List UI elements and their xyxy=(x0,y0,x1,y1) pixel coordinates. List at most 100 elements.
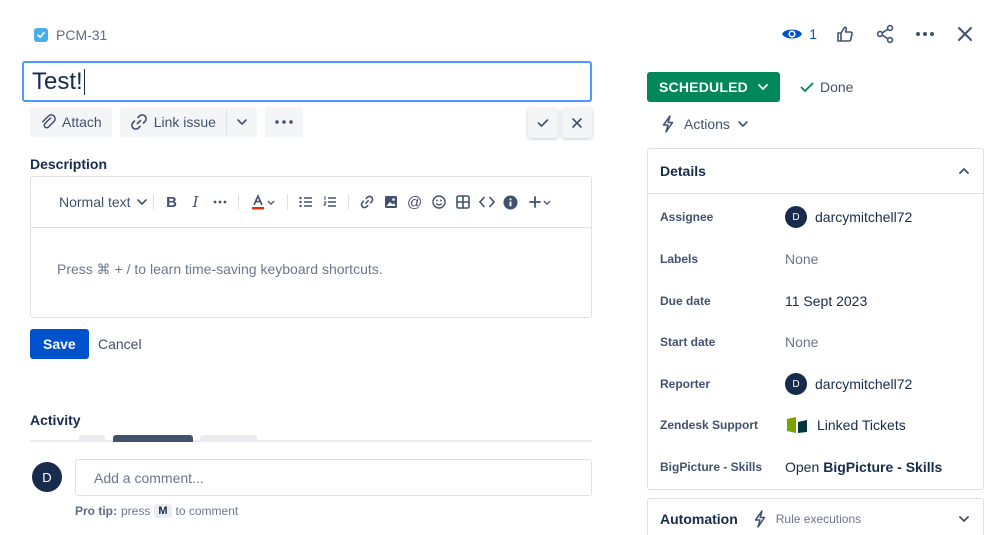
avatar: D xyxy=(32,462,62,492)
more-toolbar-button[interactable] xyxy=(264,107,303,137)
activity-tab-stub[interactable] xyxy=(79,435,105,442)
close-button[interactable] xyxy=(953,22,977,46)
insert-more-icon[interactable] xyxy=(527,194,553,210)
watch-button[interactable]: 1 xyxy=(781,22,817,46)
detail-label: Reporter xyxy=(660,377,711,391)
paperclip-icon xyxy=(42,114,56,129)
avatar: D xyxy=(785,373,807,395)
share-button[interactable] xyxy=(873,22,897,46)
labels-value[interactable]: None xyxy=(785,251,818,267)
confirm-summary-button[interactable] xyxy=(528,108,558,138)
image-icon[interactable] xyxy=(383,194,399,210)
detail-row-labels: Labels None xyxy=(660,244,983,274)
editor-placeholder: Press ⌘ + / to learn time-saving keyboar… xyxy=(57,261,383,277)
numbered-list-icon[interactable] xyxy=(322,194,338,210)
automation-panel[interactable]: Automation Rule executions xyxy=(647,498,984,535)
details-heading: Details xyxy=(660,163,706,179)
eye-icon xyxy=(782,29,803,39)
chevron-up-icon xyxy=(959,168,969,174)
issue-breadcrumb[interactable]: PCM-31 xyxy=(34,26,107,44)
attach-label: Attach xyxy=(62,114,102,130)
text-style-label: Normal text xyxy=(59,194,131,210)
attach-button[interactable]: Attach xyxy=(30,107,112,137)
issue-key[interactable]: PCM-31 xyxy=(56,27,107,43)
reporter-value[interactable]: D darcymitchell72 xyxy=(785,373,912,395)
link-icon xyxy=(130,114,147,130)
bigpicture-name: BigPicture - Skills xyxy=(823,459,943,475)
actions-label: Actions xyxy=(684,116,730,132)
link-issue-dropdown[interactable] xyxy=(227,107,257,137)
chevron-down-icon xyxy=(758,84,768,90)
done-transition-button[interactable]: Done xyxy=(800,79,853,95)
chevron-down-icon xyxy=(136,199,147,205)
more-formatting-icon[interactable] xyxy=(212,194,228,210)
close-icon xyxy=(572,118,582,128)
due-date-value[interactable]: 11 Sept 2023 xyxy=(785,293,867,309)
like-button[interactable] xyxy=(833,22,857,46)
text-style-dropdown[interactable]: Normal text xyxy=(59,194,153,210)
assignee-name: darcymitchell72 xyxy=(815,209,913,225)
activity-tab-selected[interactable] xyxy=(113,435,193,442)
link-icon[interactable] xyxy=(359,194,375,210)
start-date-value[interactable]: None xyxy=(785,334,818,350)
lightning-icon xyxy=(754,510,766,528)
editor-toolbar: Normal text B I @ xyxy=(31,177,591,228)
description-heading: Description xyxy=(30,156,108,172)
lightning-icon xyxy=(662,115,674,133)
linked-tickets-label: Linked Tickets xyxy=(817,417,906,433)
more-icon xyxy=(275,120,293,124)
activity-tab-stub[interactable] xyxy=(200,435,257,442)
thumbs-up-icon xyxy=(837,26,853,42)
insert-group: @ xyxy=(347,194,563,211)
more-actions-button[interactable] xyxy=(913,22,937,46)
detail-row-reporter: Reporter D darcymitchell72 xyxy=(660,369,983,399)
zendesk-linked-tickets[interactable]: Linked Tickets xyxy=(785,416,906,434)
detail-label: Zendesk Support xyxy=(660,418,759,432)
rule-executions-label: Rule executions xyxy=(775,512,862,526)
automation-heading: Automation xyxy=(660,511,738,527)
more-icon xyxy=(916,32,934,36)
detail-row-start-date: Start date None xyxy=(660,327,983,357)
link-issue-label: Link issue xyxy=(153,114,216,130)
issue-toolbar: Attach Link issue xyxy=(30,107,303,137)
cancel-button[interactable]: Cancel xyxy=(88,329,152,359)
issue-top-actions: 1 xyxy=(781,22,977,46)
bullet-list-icon[interactable] xyxy=(298,194,314,210)
zendesk-icon xyxy=(787,417,807,433)
info-panel-icon[interactable] xyxy=(503,194,519,210)
summary-input[interactable]: Test! xyxy=(22,61,592,102)
cancel-summary-button[interactable] xyxy=(562,108,592,138)
emoji-icon[interactable] xyxy=(431,194,447,210)
task-type-icon xyxy=(34,28,48,42)
reporter-name: darcymitchell72 xyxy=(815,376,913,392)
summary-text: Test! xyxy=(32,67,83,95)
detail-label: Due date xyxy=(660,294,711,308)
check-icon xyxy=(537,119,549,127)
bold-icon[interactable]: B xyxy=(164,194,180,211)
protip-label: Pro tip: xyxy=(75,504,117,518)
mention-icon[interactable]: @ xyxy=(407,194,423,211)
code-icon[interactable] xyxy=(478,194,495,210)
chevron-down-icon xyxy=(959,516,969,522)
link-issue-button[interactable]: Link issue xyxy=(120,107,226,137)
italic-icon[interactable]: I xyxy=(188,193,204,211)
assignee-value[interactable]: D darcymitchell72 xyxy=(785,206,912,228)
color-group xyxy=(237,194,287,210)
check-icon xyxy=(800,82,814,92)
description-editor[interactable]: Normal text B I @ Press ⌘ + / to learn t… xyxy=(30,176,592,318)
status-dropdown[interactable]: SCHEDULED xyxy=(647,72,780,102)
list-group xyxy=(286,194,348,210)
bigpicture-link[interactable]: Open BigPicture - Skills xyxy=(785,459,942,475)
table-icon[interactable] xyxy=(455,194,471,210)
comment-input[interactable]: Add a comment... xyxy=(75,459,592,496)
detail-label: Labels xyxy=(660,252,699,266)
activity-heading: Activity xyxy=(30,412,81,428)
actions-dropdown[interactable]: Actions xyxy=(660,115,748,133)
save-button[interactable]: Save xyxy=(30,329,89,359)
detail-label: BigPicture - Skills xyxy=(660,460,763,474)
detail-label: Start date xyxy=(660,335,716,349)
text-color-icon[interactable] xyxy=(249,194,277,210)
protip-pre: press xyxy=(121,504,151,518)
link-issue-split: Link issue xyxy=(119,107,257,137)
details-header[interactable]: Details xyxy=(648,149,983,194)
